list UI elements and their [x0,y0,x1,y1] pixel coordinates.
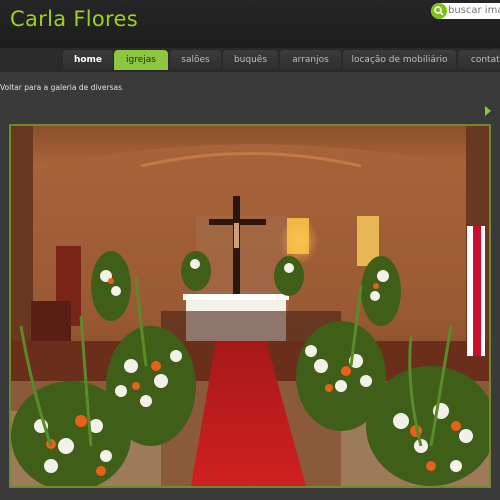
tab-arranjos[interactable]: arranjos [280,50,341,70]
search-icon[interactable] [431,3,447,19]
search-box[interactable] [431,3,500,19]
tab-contato[interactable]: contato [458,50,500,70]
tab-igrejas[interactable]: igrejas [114,50,168,70]
next-arrow-icon[interactable] [485,106,491,116]
tab-locacao-mobiliario[interactable]: locação de mobiliário [343,50,456,70]
church-photo [11,126,489,486]
site-title[interactable]: Carla Flores [10,7,138,31]
photo-frame [9,124,491,488]
tab-home[interactable]: home [63,50,113,70]
tab-buques[interactable]: buquês [223,50,278,70]
site-header: Carla Flores [0,0,500,48]
search-input[interactable] [448,3,500,19]
back-to-gallery-link[interactable]: Voltar para a galeria de diversas [0,83,122,92]
tab-saloes[interactable]: salões [170,50,221,70]
